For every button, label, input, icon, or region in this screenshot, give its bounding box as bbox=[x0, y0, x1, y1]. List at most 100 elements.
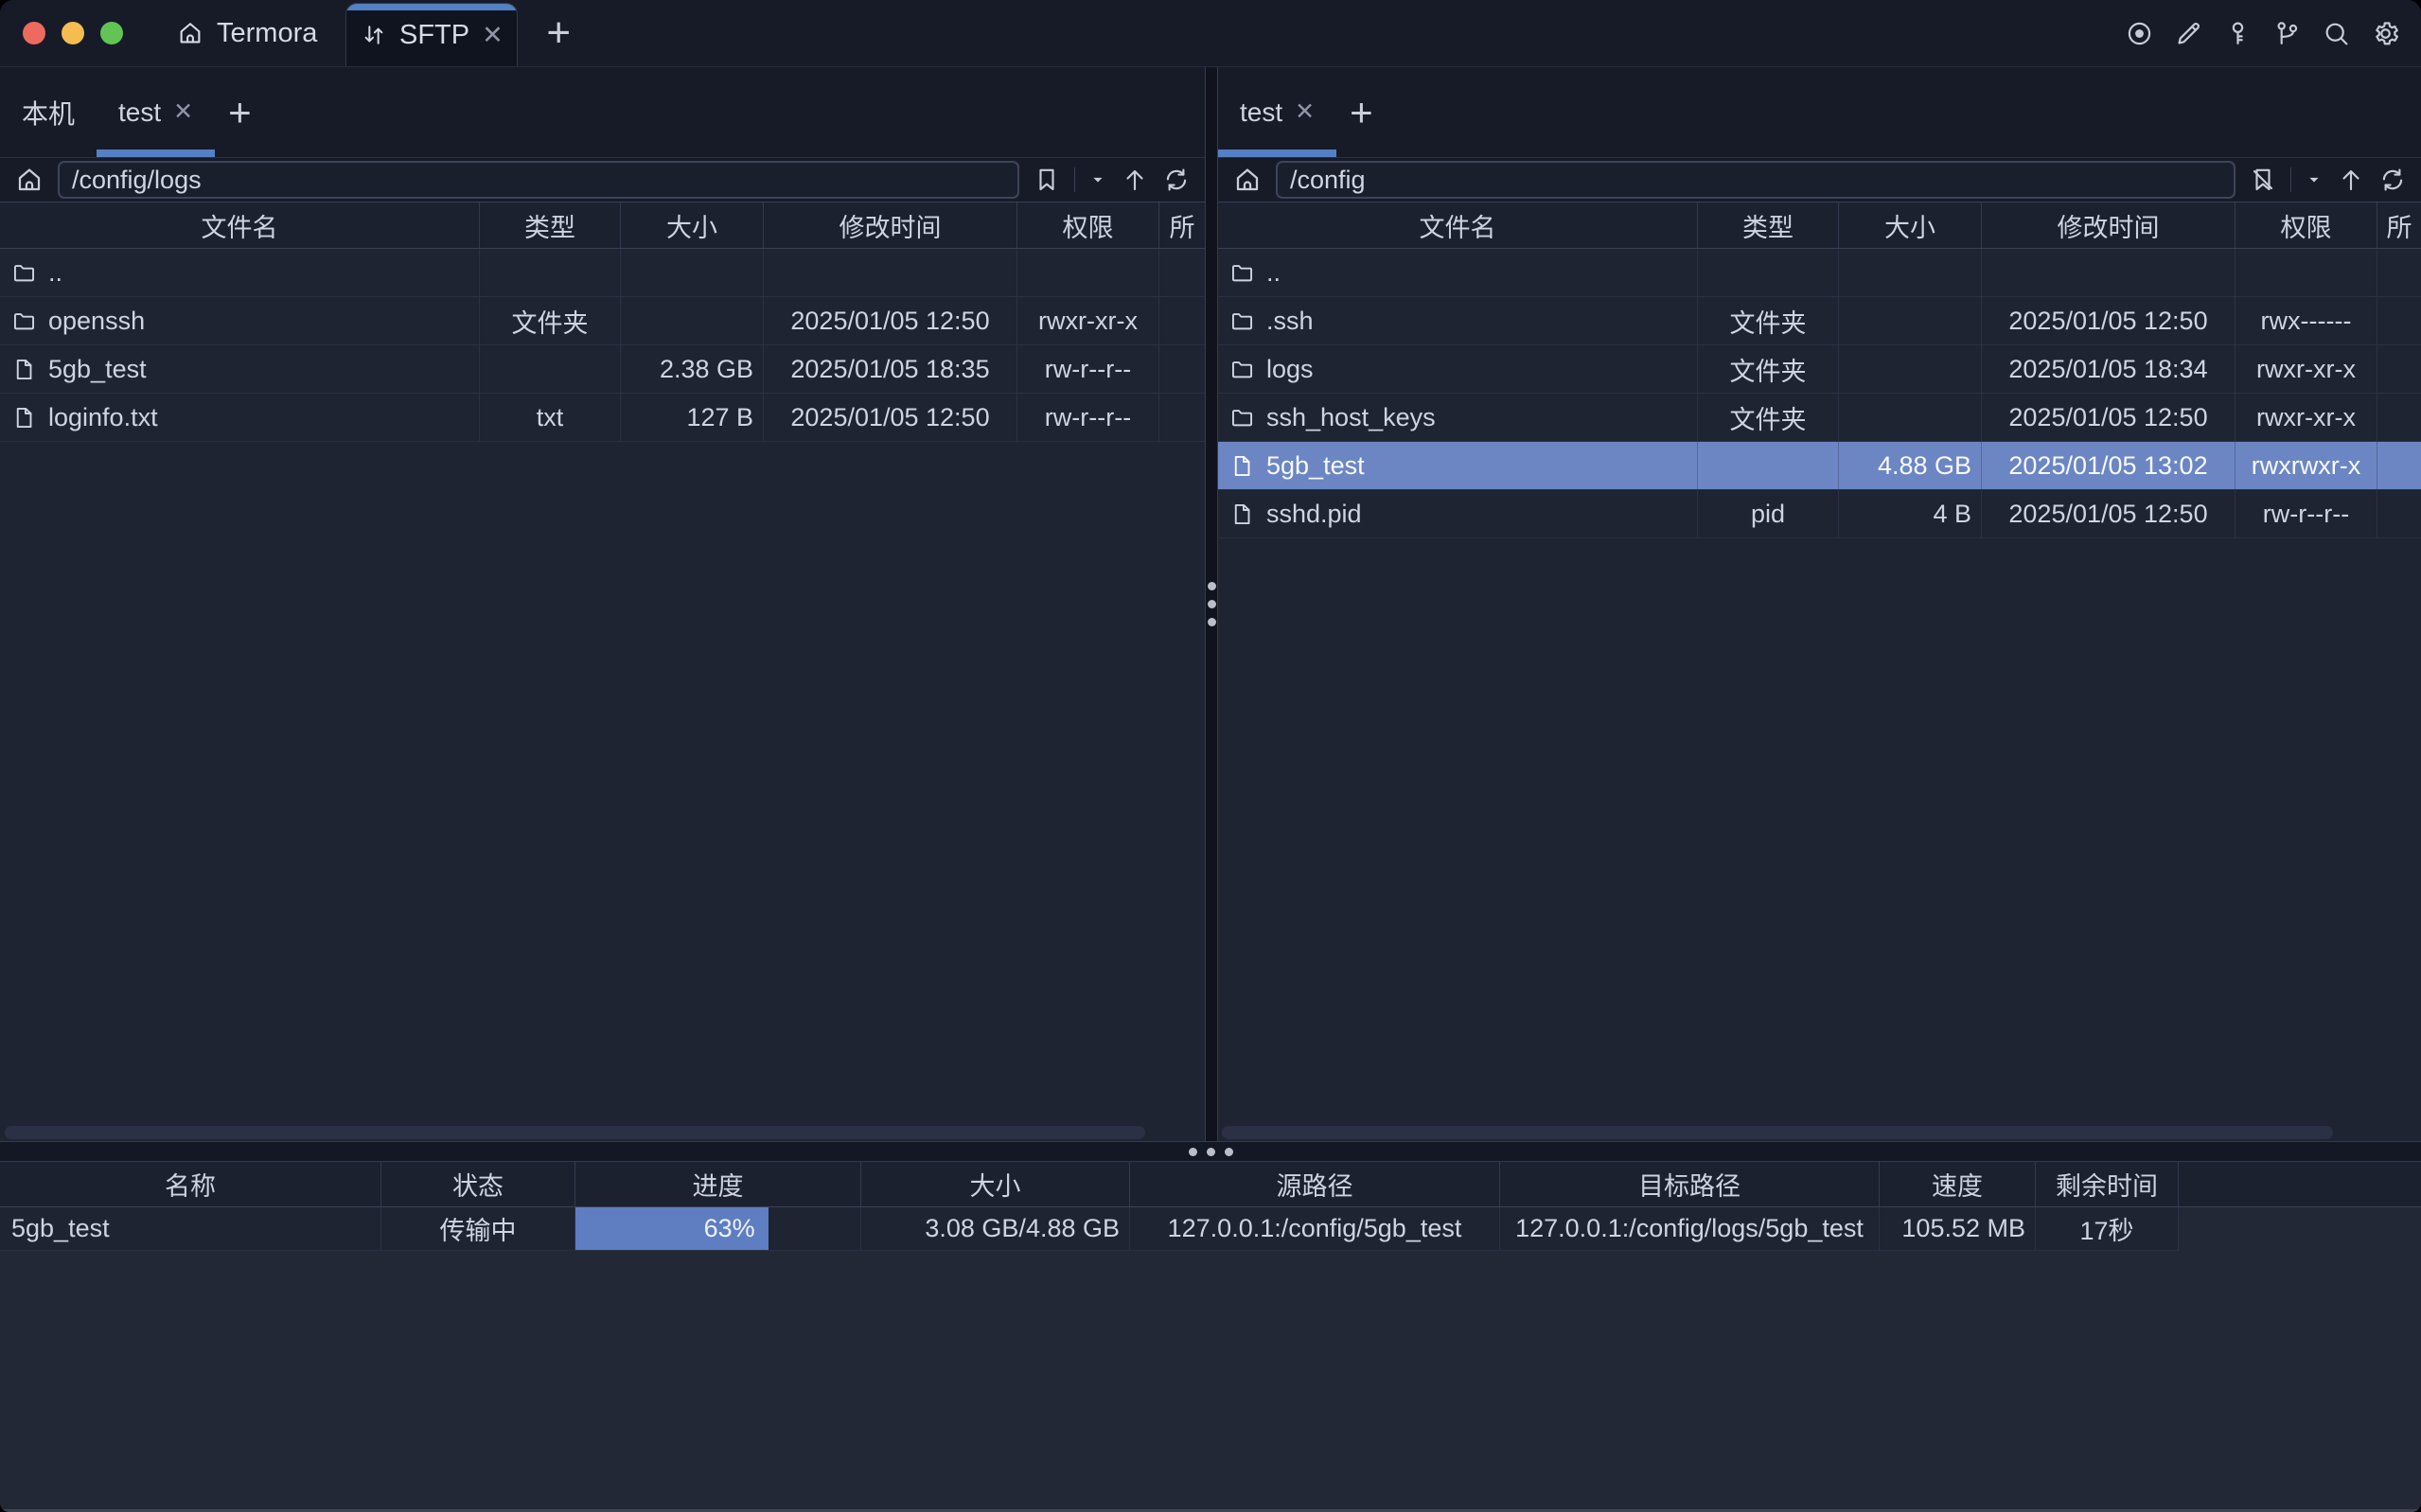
left-path-input[interactable] bbox=[58, 161, 1019, 199]
file-perms: rwxr-xr-x bbox=[2235, 394, 2377, 441]
pane-splitter-vertical[interactable] bbox=[1205, 67, 1218, 1141]
tab-sftp-label: SFTP bbox=[399, 20, 469, 51]
column-filename[interactable]: 文件名 bbox=[0, 202, 480, 248]
right-tab-test-label: test bbox=[1240, 97, 1282, 128]
file-name: 5gb_test bbox=[1266, 451, 1365, 481]
minimize-window-button[interactable] bbox=[62, 22, 84, 44]
table-row[interactable]: 5gb_test 2.38 GB 2025/01/05 18:35 rw-r--… bbox=[0, 345, 1205, 394]
transfer-source: 127.0.0.1:/config/5gb_test bbox=[1130, 1207, 1500, 1251]
key-icon[interactable] bbox=[2223, 19, 2253, 48]
column-size[interactable]: 大小 bbox=[861, 1162, 1130, 1206]
branch-icon[interactable] bbox=[2272, 19, 2302, 48]
left-tab-local[interactable]: 本机 bbox=[0, 67, 97, 157]
column-perms[interactable]: 权限 bbox=[1017, 202, 1159, 248]
table-row[interactable]: .. bbox=[1218, 249, 2421, 297]
left-table-empty-area bbox=[0, 442, 1205, 1124]
file-perms: rwxr-xr-x bbox=[2235, 345, 2377, 393]
tab-sftp[interactable]: SFTP ✕ bbox=[345, 3, 518, 66]
column-type[interactable]: 类型 bbox=[1698, 202, 1839, 248]
bookmark-remove-icon[interactable] bbox=[2249, 166, 2277, 194]
column-source[interactable]: 源路径 bbox=[1130, 1162, 1500, 1206]
column-type[interactable]: 类型 bbox=[480, 202, 621, 248]
column-owner[interactable]: 所 bbox=[1159, 202, 1205, 248]
right-pathbar bbox=[1218, 158, 2421, 202]
parent-directory-icon[interactable] bbox=[1121, 166, 1149, 194]
file-perms: rwx------ bbox=[2235, 297, 2377, 344]
right-tab-test[interactable]: test ✕ bbox=[1218, 67, 1336, 157]
right-file-pane: test ✕ + 文件名 类型 大小 修改时间 权限 所 bbox=[1218, 67, 2421, 1141]
right-pane-tabbar: test ✕ + bbox=[1218, 67, 2421, 158]
table-row[interactable]: ssh_host_keys 文件夹 2025/01/05 12:50 rwxr-… bbox=[1218, 394, 2421, 442]
left-tab-test[interactable]: test ✕ bbox=[97, 67, 215, 157]
folder-icon bbox=[1229, 260, 1255, 286]
scrollbar-thumb[interactable] bbox=[1222, 1126, 2333, 1139]
close-window-button[interactable] bbox=[23, 22, 45, 44]
parent-directory-icon[interactable] bbox=[2337, 166, 2365, 194]
new-terminal-tab-button[interactable]: + bbox=[539, 12, 578, 54]
table-row-selected[interactable]: 5gb_test 4.88 GB 2025/01/05 13:02 rwxrwx… bbox=[1218, 442, 2421, 490]
right-path-input[interactable] bbox=[1276, 161, 2235, 199]
left-tab-test-close-icon[interactable]: ✕ bbox=[173, 100, 193, 124]
left-new-tab-button[interactable]: + bbox=[215, 93, 265, 132]
column-size[interactable]: 大小 bbox=[621, 202, 764, 248]
column-mtime[interactable]: 修改时间 bbox=[1982, 202, 2235, 248]
transfer-row[interactable]: 5gb_test 传输中 63% 3.08 GB/4.88 GB 127.0.0… bbox=[0, 1207, 2421, 1251]
zoom-window-button[interactable] bbox=[100, 22, 123, 44]
divider bbox=[1074, 167, 1075, 192]
record-icon[interactable] bbox=[2125, 19, 2154, 48]
left-horizontal-scrollbar bbox=[0, 1124, 1205, 1141]
chevron-down-icon[interactable] bbox=[2305, 170, 2324, 189]
table-row[interactable]: logs 文件夹 2025/01/05 18:34 rwxr-xr-x bbox=[1218, 345, 2421, 394]
table-row[interactable]: .ssh 文件夹 2025/01/05 12:50 rwx------ bbox=[1218, 297, 2421, 345]
column-filename[interactable]: 文件名 bbox=[1218, 202, 1698, 248]
grip-dot bbox=[1208, 600, 1216, 608]
divider bbox=[2290, 167, 2291, 192]
edit-icon[interactable] bbox=[2174, 19, 2203, 48]
left-tab-test-label: test bbox=[118, 97, 161, 128]
file-icon bbox=[1229, 501, 1255, 527]
gear-icon[interactable] bbox=[2371, 19, 2400, 48]
table-row[interactable]: openssh 文件夹 2025/01/05 12:50 rwxr-xr-x bbox=[0, 297, 1205, 345]
sftp-split-view: 本机 test ✕ + 文件名 类型 大小 bbox=[0, 67, 2421, 1141]
search-icon[interactable] bbox=[2322, 19, 2351, 48]
column-perms[interactable]: 权限 bbox=[2235, 202, 2377, 248]
scrollbar-thumb[interactable] bbox=[5, 1126, 1145, 1139]
file-type: 文件夹 bbox=[1698, 394, 1839, 441]
file-mtime: 2025/01/05 18:35 bbox=[764, 345, 1017, 393]
right-tab-test-close-icon[interactable]: ✕ bbox=[1295, 100, 1315, 124]
column-remaining[interactable]: 剩余时间 bbox=[2036, 1162, 2179, 1206]
file-name: logs bbox=[1266, 355, 1314, 384]
column-target[interactable]: 目标路径 bbox=[1500, 1162, 1880, 1206]
file-name: .ssh bbox=[1266, 307, 1314, 336]
column-progress[interactable]: 进度 bbox=[575, 1162, 861, 1206]
column-name[interactable]: 名称 bbox=[0, 1162, 381, 1206]
transfer-progress-cell: 63% bbox=[575, 1207, 861, 1251]
transfer-splitter-horizontal[interactable] bbox=[0, 1141, 2421, 1162]
home-tab[interactable]: Termora bbox=[176, 0, 317, 66]
file-type: txt bbox=[480, 394, 621, 441]
column-mtime[interactable]: 修改时间 bbox=[764, 202, 1017, 248]
file-mtime: 2025/01/05 12:50 bbox=[1982, 490, 2235, 537]
column-size[interactable]: 大小 bbox=[1839, 202, 1982, 248]
column-speed[interactable]: 速度 bbox=[1880, 1162, 2036, 1206]
table-row[interactable]: loginfo.txt txt 127 B 2025/01/05 12:50 r… bbox=[0, 394, 1205, 442]
column-spacer bbox=[2179, 1162, 2421, 1206]
file-mtime: 2025/01/05 12:50 bbox=[764, 297, 1017, 344]
chevron-down-icon[interactable] bbox=[1088, 170, 1107, 189]
home-icon[interactable] bbox=[1232, 165, 1263, 195]
refresh-icon[interactable] bbox=[1162, 166, 1191, 194]
refresh-icon[interactable] bbox=[2378, 166, 2407, 194]
table-row[interactable]: sshd.pid pid 4 B 2025/01/05 12:50 rw-r--… bbox=[1218, 490, 2421, 538]
grip-dot bbox=[1225, 1148, 1233, 1156]
file-mtime: 2025/01/05 12:50 bbox=[764, 394, 1017, 441]
right-new-tab-button[interactable]: + bbox=[1336, 93, 1387, 132]
app-title: Termora bbox=[217, 18, 317, 49]
column-status[interactable]: 状态 bbox=[381, 1162, 575, 1206]
file-mtime: 2025/01/05 18:34 bbox=[1982, 345, 2235, 393]
bookmark-icon[interactable] bbox=[1033, 166, 1061, 194]
table-row[interactable]: .. bbox=[0, 249, 1205, 297]
file-name: sshd.pid bbox=[1266, 500, 1362, 529]
column-owner[interactable]: 所 bbox=[2377, 202, 2421, 248]
home-icon[interactable] bbox=[14, 165, 44, 195]
tab-sftp-close-icon[interactable]: ✕ bbox=[482, 23, 504, 48]
